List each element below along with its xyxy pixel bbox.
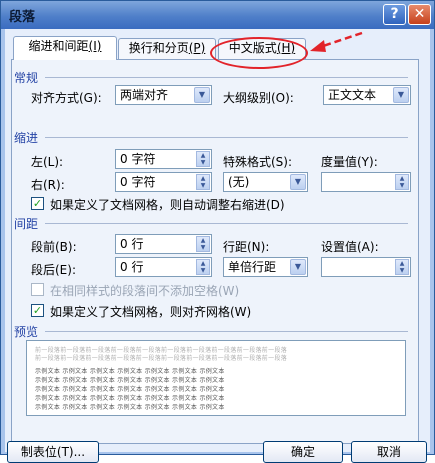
by-input[interactable]: ▲ ▼ xyxy=(321,172,411,192)
preview-sample-line: 示例文本 示例文本 示例文本 示例文本 示例文本 示例文本 示例文本 xyxy=(35,404,225,411)
special-label: 特殊格式(S): xyxy=(223,155,293,169)
outline-level-value: 正文文本 xyxy=(328,88,377,102)
spinner-icon[interactable]: ▲ ▼ xyxy=(395,259,409,275)
line-spacing-label: 行距(N): xyxy=(223,240,270,254)
divider xyxy=(45,137,408,138)
indent-left-value: 0 字符 xyxy=(120,152,156,166)
divider xyxy=(45,331,408,332)
by-label: 度量值(Y): xyxy=(321,155,378,169)
divider xyxy=(45,223,408,224)
preview-sample-line: 示例文本 示例文本 示例文本 示例文本 示例文本 示例文本 示例文本 xyxy=(35,377,225,384)
outline-level-label: 大纲级别(O): xyxy=(223,91,294,105)
chevron-down-icon[interactable]: ▼ xyxy=(290,174,306,190)
space-after-label: 段后(E): xyxy=(31,263,76,277)
no-space-checkbox[interactable] xyxy=(31,283,44,296)
tab-indent-spacing[interactable]: 缩进和间距(I) xyxy=(13,36,117,60)
tab-key: (I) xyxy=(88,39,102,53)
alignment-value: 两端对齐 xyxy=(120,88,169,102)
alignment-label: 对齐方式(G): xyxy=(31,91,102,105)
tab-key: (P) xyxy=(188,41,206,55)
space-after-value: 0 行 xyxy=(120,260,144,274)
spinner-icon[interactable]: ▲ ▼ xyxy=(196,259,210,275)
tab-label: 换行和分页 xyxy=(128,41,189,55)
spinner-icon[interactable]: ▲ ▼ xyxy=(196,174,210,190)
dialog-title: 段落 xyxy=(9,10,36,25)
outline-level-select[interactable]: 正文文本 ▼ xyxy=(323,85,411,105)
close-icon: ✕ xyxy=(413,6,426,22)
snap-grid-checkbox[interactable]: ✓ xyxy=(31,304,44,317)
line-spacing-select[interactable]: 单倍行距 ▼ xyxy=(223,257,308,277)
preview-prev-line: 前一段落前一段落前一段落前一段落前一段落前一段落前一段落前一段落前一段落前一段落 xyxy=(35,347,288,354)
section-indentation: 缩进 xyxy=(14,131,39,145)
indent-left-input[interactable]: 0 字符 ▲ ▼ xyxy=(115,149,212,169)
tabs-button[interactable]: 制表位(T)... xyxy=(7,441,99,463)
tab-label: 缩进和间距 xyxy=(28,39,89,53)
close-button[interactable]: ✕ xyxy=(408,4,431,25)
spinner-icon[interactable]: ▲ ▼ xyxy=(395,174,409,190)
snap-grid-label: 如果定义了文档网格，则对齐网格(W) xyxy=(50,305,252,319)
help-button[interactable]: ? xyxy=(383,4,406,25)
space-before-value: 0 行 xyxy=(120,237,144,251)
preview-sample-line: 示例文本 示例文本 示例文本 示例文本 示例文本 示例文本 示例文本 xyxy=(35,368,225,375)
at-label: 设置值(A): xyxy=(321,240,379,254)
spinner-icon[interactable]: ▲ ▼ xyxy=(196,236,210,252)
title-bar[interactable]: 段落 ? ✕ xyxy=(1,1,434,29)
chevron-down-icon[interactable]: ▼ xyxy=(393,87,409,103)
at-input[interactable]: ▲ ▼ xyxy=(321,257,411,277)
chevron-down-icon[interactable]: ▼ xyxy=(290,259,306,275)
alignment-select[interactable]: 两端对齐 ▼ xyxy=(115,85,212,105)
divider xyxy=(45,77,408,78)
special-value: (无) xyxy=(228,175,250,189)
auto-adjust-checkbox[interactable]: ✓ xyxy=(31,197,44,210)
indent-right-label: 右(R): xyxy=(31,178,65,192)
indent-right-value: 0 字符 xyxy=(120,175,156,189)
preview-sample-line: 示例文本 示例文本 示例文本 示例文本 示例文本 示例文本 示例文本 xyxy=(35,386,225,393)
spinner-icon[interactable]: ▲ ▼ xyxy=(196,151,210,167)
special-select[interactable]: (无) ▼ xyxy=(223,172,308,192)
ok-button[interactable]: 确定 xyxy=(263,441,343,463)
space-before-label: 段前(B): xyxy=(31,240,77,254)
indent-left-label: 左(L): xyxy=(31,155,64,169)
section-general: 常规 xyxy=(14,71,39,85)
chevron-down-icon[interactable]: ▼ xyxy=(194,87,210,103)
tab-line-page-breaks[interactable]: 换行和分页(P) xyxy=(118,38,216,59)
auto-adjust-label: 如果定义了文档网格，则自动调整右缩进(D) xyxy=(50,198,285,212)
space-before-input[interactable]: 0 行 ▲ ▼ xyxy=(115,234,212,254)
space-after-input[interactable]: 0 行 ▲ ▼ xyxy=(115,257,212,277)
cancel-button[interactable]: 取消 xyxy=(351,441,427,463)
preview-sample-line: 示例文本 示例文本 示例文本 示例文本 示例文本 示例文本 示例文本 xyxy=(35,395,225,402)
preview-box: 前一段落前一段落前一段落前一段落前一段落前一段落前一段落前一段落前一段落前一段落… xyxy=(26,340,406,416)
highlight-ellipse xyxy=(210,37,308,69)
indent-right-input[interactable]: 0 字符 ▲ ▼ xyxy=(115,172,212,192)
line-spacing-value: 单倍行距 xyxy=(228,260,277,274)
no-space-label: 在相同样式的段落间不添加空格(W) xyxy=(50,284,240,298)
annotation-arrow-icon xyxy=(310,31,363,52)
question-icon: ? xyxy=(390,6,399,22)
section-spacing: 间距 xyxy=(14,217,39,231)
paragraph-dialog: 段落 ? ✕ 缩进和间距(I) 换行和分页(P) 中文版式(H) 常规 对齐方式… xyxy=(0,0,435,463)
section-preview: 预览 xyxy=(14,325,39,339)
preview-prev-line: 前一段落前一段落前一段落前一段落前一段落前一段落前一段落前一段落前一段落前一段落 xyxy=(35,355,288,362)
